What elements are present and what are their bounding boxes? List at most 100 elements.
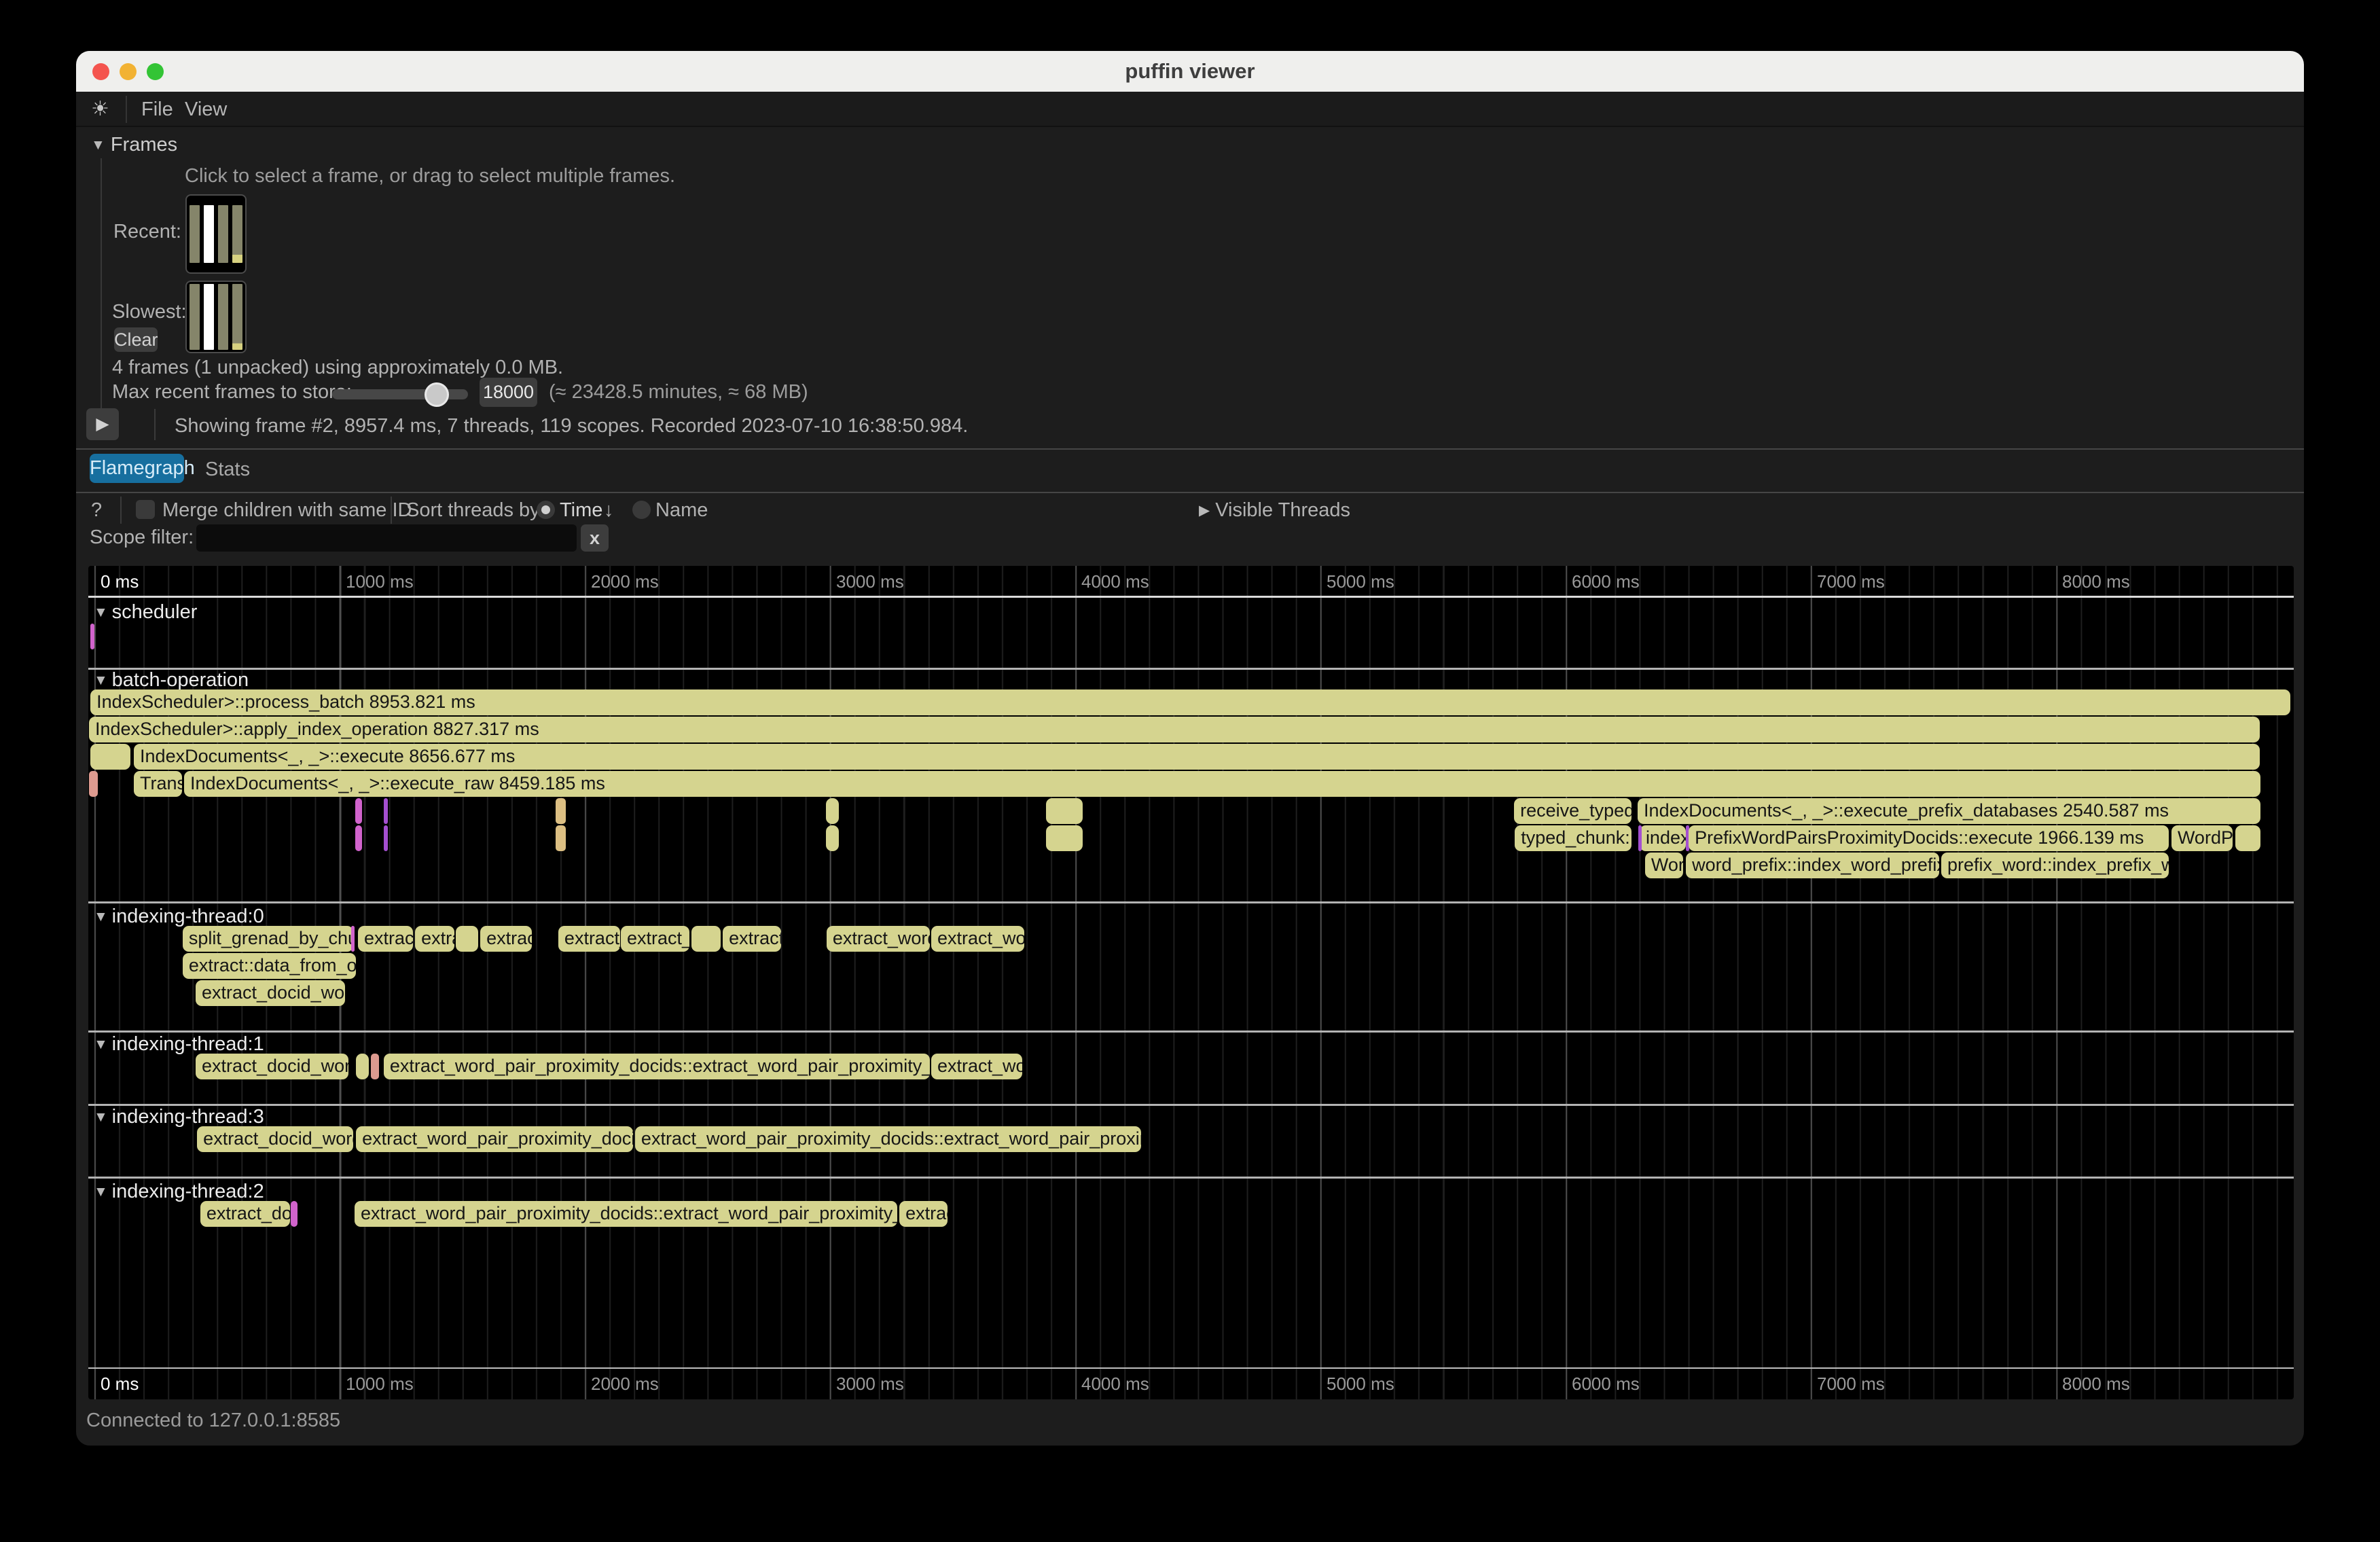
scope-bar[interactable]: extract_word_pair_proximity_docids::extr… <box>384 1054 930 1079</box>
flamegraph-canvas[interactable]: 0 ms1000 ms2000 ms3000 ms4000 ms5000 ms6… <box>88 566 2294 1399</box>
slowest-frames-thumbnail[interactable] <box>185 281 247 353</box>
ruler-tick: 1000 ms <box>346 571 414 592</box>
scope-bar[interactable] <box>1638 825 1642 851</box>
scope-bar[interactable]: extract <box>358 926 413 952</box>
collapse-triangle-icon: ▼ <box>94 673 112 688</box>
scope-filter-input[interactable] <box>196 524 577 552</box>
scope-bar[interactable]: extract::data_from_ob <box>183 953 356 979</box>
frame-bar[interactable] <box>204 284 214 350</box>
thread-header-indexing-thread:3[interactable]: ▼ indexing-thread:3 <box>94 1106 264 1128</box>
frame-bar[interactable] <box>190 205 200 263</box>
scope-bar[interactable]: extract_ <box>621 926 689 952</box>
tab-stats[interactable]: Stats <box>205 459 250 481</box>
scope-bar[interactable]: receive_typed_ <box>1514 798 1631 824</box>
frame-bar[interactable] <box>190 284 200 350</box>
menu-view[interactable]: View <box>185 98 227 121</box>
scope-bar[interactable] <box>556 825 566 851</box>
sort-direction-arrow-icon[interactable]: ↓ <box>604 499 614 522</box>
scope-bar[interactable]: prefix_word::index_prefix_wo <box>1941 853 2169 878</box>
frame-bar[interactable] <box>232 284 242 350</box>
scope-bar[interactable]: index <box>1640 825 1686 851</box>
visible-threads-header[interactable]: ▶ Visible Threads <box>1199 499 1350 522</box>
sort-name-radio[interactable] <box>632 501 651 519</box>
scope-bar[interactable] <box>291 1201 298 1227</box>
scope-bar[interactable] <box>691 926 721 952</box>
app-window: puffin viewer ☀ File View ▼ Frames Click… <box>76 51 2304 1446</box>
scope-bar[interactable]: IndexDocuments<_, _>::execute_prefix_dat… <box>1638 798 2260 824</box>
thread-header-indexing-thread:2[interactable]: ▼ indexing-thread:2 <box>94 1181 264 1203</box>
scope-bar[interactable]: extract_wo <box>931 1054 1022 1079</box>
frames-info-text: 4 frames (1 unpacked) using approximatel… <box>112 357 563 379</box>
scope-bar[interactable] <box>384 825 388 851</box>
scope-bar[interactable]: extract_docid_word <box>196 980 345 1006</box>
theme-toggle-sun-icon[interactable]: ☀ <box>91 97 109 121</box>
thread-header-scheduler[interactable]: ▼ scheduler <box>94 601 197 624</box>
frame-bar[interactable] <box>232 205 242 263</box>
scope-bar[interactable] <box>356 1054 369 1079</box>
scope-bar[interactable]: extrac <box>899 1201 948 1227</box>
scope-bar[interactable] <box>456 926 478 952</box>
scope-bar[interactable]: extrac <box>480 926 532 952</box>
scope-bar[interactable] <box>556 798 566 824</box>
merge-children-checkbox[interactable] <box>136 500 155 519</box>
play-button[interactable]: ▶ <box>86 408 119 440</box>
scope-bar[interactable] <box>355 798 362 824</box>
menu-file[interactable]: File <box>141 98 173 121</box>
help-button[interactable]: ? <box>91 499 102 522</box>
scope-bar[interactable] <box>1046 798 1083 824</box>
ruler-top: 0 ms1000 ms2000 ms3000 ms4000 ms5000 ms6… <box>88 571 2294 598</box>
frames-section-header[interactable]: ▼ Frames <box>91 134 177 156</box>
sort-time-label[interactable]: Time <box>560 499 602 522</box>
frame-bar[interactable] <box>218 284 228 350</box>
scope-bar[interactable]: extract_wo <box>931 926 1024 952</box>
scope-bar[interactable]: split_grenad_by_chun <box>183 926 353 952</box>
scope-bar[interactable]: extra <box>415 926 454 952</box>
scope-bar[interactable] <box>826 825 839 851</box>
scope-bar[interactable]: Word <box>1645 853 1683 878</box>
max-frames-slider-handle[interactable] <box>425 382 449 407</box>
thread-header-indexing-thread:0[interactable]: ▼ indexing-thread:0 <box>94 906 264 928</box>
scope-bar[interactable]: PrefixWordPairsProximityDocids::execute … <box>1689 825 2169 851</box>
sort-time-radio[interactable] <box>537 501 555 519</box>
clear-button[interactable]: Clear <box>114 327 158 352</box>
scope-bar[interactable]: IndexScheduler>::apply_index_operation 8… <box>89 717 2260 742</box>
scope-bar[interactable] <box>384 798 388 824</box>
max-frames-value[interactable]: 18000 <box>480 378 537 407</box>
scope-bar[interactable] <box>826 798 839 824</box>
scope-bar[interactable]: extract <box>723 926 781 952</box>
sort-name-label[interactable]: Name <box>655 499 708 522</box>
scope-bar[interactable]: extract_word_pair_proximity_docids::extr… <box>355 1201 897 1227</box>
scope-bar[interactable] <box>355 825 362 851</box>
scope-bar[interactable]: typed_chunk::w <box>1515 825 1631 851</box>
scope-bar[interactable]: extract_docid_word <box>197 1126 353 1152</box>
scope-bar[interactable]: extract_docid_word <box>196 1054 348 1079</box>
tab-flamegraph[interactable]: Flamegraph <box>90 454 184 483</box>
scope-bar[interactable]: word_prefix::index_word_prefix_ <box>1686 853 1939 878</box>
scope-bar[interactable]: extract_word_pair_proximity_docids <box>356 1126 633 1152</box>
frame-bar[interactable] <box>218 205 228 263</box>
thread-header-batch-operation[interactable]: ▼ batch-operation <box>94 669 249 692</box>
frame-bar[interactable] <box>204 205 214 263</box>
scope-bar[interactable] <box>2235 825 2260 851</box>
scope-bar[interactable] <box>371 1054 379 1079</box>
scope-bar[interactable] <box>90 744 130 770</box>
recent-frames-thumbnail[interactable] <box>185 194 247 274</box>
scope-bar[interactable] <box>351 926 355 952</box>
scope-bar[interactable]: extract_word <box>827 926 930 952</box>
max-frames-note: (≈ 23428.5 minutes, ≈ 68 MB) <box>549 381 808 404</box>
scope-bar[interactable]: extract_ <box>558 926 620 952</box>
scope-bar[interactable] <box>89 771 98 797</box>
scope-bar[interactable]: WordPr <box>2171 825 2233 851</box>
scope-bar[interactable]: IndexDocuments<_, _>::execute_raw 8459.1… <box>184 771 2260 797</box>
scope-bar[interactable] <box>90 624 94 649</box>
scope-bar[interactable]: IndexScheduler>::process_batch 8953.821 … <box>90 689 2290 715</box>
thread-header-indexing-thread:1[interactable]: ▼ indexing-thread:1 <box>94 1033 264 1056</box>
clear-filter-button[interactable]: x <box>581 524 609 552</box>
scope-bar[interactable]: extract_doc <box>200 1201 290 1227</box>
scope-bar[interactable]: extract_word_pair_proximity_docids::extr… <box>635 1126 1141 1152</box>
collapse-triangle-icon: ▼ <box>91 137 105 153</box>
scope-bar[interactable] <box>1046 825 1083 851</box>
scope-bar[interactable]: Trans <box>134 771 182 797</box>
merge-children-label: Merge children with same ID <box>162 499 412 522</box>
scope-bar[interactable]: IndexDocuments<_, _>::execute 8656.677 m… <box>134 744 2260 770</box>
